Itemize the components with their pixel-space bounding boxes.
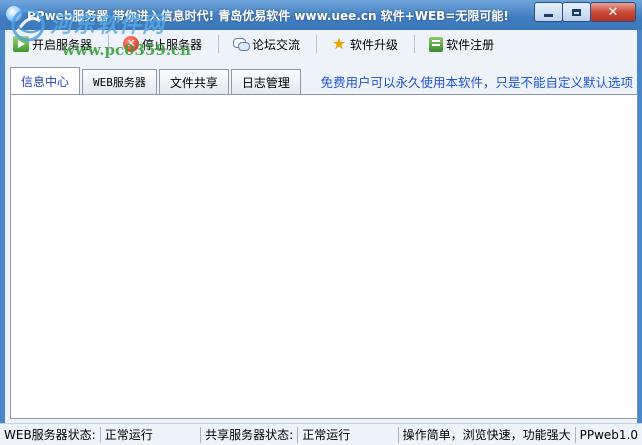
app-window: PPweb服务器 带你进入信息时代! 青岛优易软件 www.uee.cn 软件+…	[0, 0, 642, 445]
toolbar-divider	[218, 35, 220, 53]
share-status-label: 共享服务器状态:	[205, 427, 294, 442]
tab-label: 日志管理	[241, 75, 290, 90]
start-server-button[interactable]: 开启服务器	[7, 33, 98, 55]
tab-label: 文件共享	[169, 75, 218, 90]
tab-label: WEB服务器	[93, 76, 146, 89]
start-server-label: 开启服务器	[32, 37, 93, 52]
close-icon: ✕	[607, 4, 619, 20]
minimize-icon	[544, 13, 553, 17]
version-text: PPweb1.0	[579, 427, 639, 442]
stop-server-label: 停止服务器	[142, 37, 203, 52]
tab-label: 信息中心	[21, 75, 70, 89]
free-user-notice: 免费用户可以永久使用本软件，只是不能自定义默认选项	[320, 75, 633, 90]
tab-info-center[interactable]: 信息中心	[10, 67, 81, 95]
register-label: 软件注册	[446, 37, 495, 52]
web-status-label: WEB服务器状态:	[4, 427, 96, 442]
chat-bubbles-icon	[233, 37, 251, 51]
register-icon	[429, 36, 444, 52]
toolbar-divider	[414, 35, 416, 53]
status-bar: WEB服务器状态: 正常运行 共享服务器状态: 正常运行 操作简单，浏览快速，功…	[0, 423, 642, 445]
toolbar-divider	[108, 35, 110, 53]
toolbar-divider	[316, 35, 318, 53]
register-button[interactable]: 软件注册	[423, 33, 500, 55]
info-center-panel	[10, 94, 638, 419]
tab-web-server[interactable]: WEB服务器	[82, 69, 157, 94]
maximize-icon	[572, 8, 581, 16]
upgrade-label: 软件升级	[350, 37, 399, 52]
minimize-button[interactable]	[534, 2, 563, 22]
slogan-text: 操作简单，浏览快速，功能强大	[402, 427, 571, 442]
star-icon: ★	[331, 34, 347, 53]
tab-log-management[interactable]: 日志管理	[230, 69, 301, 94]
forum-button[interactable]: 论坛交流	[227, 33, 306, 55]
title-bar[interactable]: PPweb服务器 带你进入信息时代! 青岛优易软件 www.uee.cn 软件+…	[0, 0, 642, 30]
tab-file-share[interactable]: 文件共享	[158, 69, 229, 94]
play-icon	[13, 36, 29, 52]
stop-server-button[interactable]: ✕ 停止服务器	[117, 33, 208, 55]
window-controls: ✕	[534, 2, 636, 22]
share-status-value: 正常运行	[302, 427, 351, 442]
toolbar: 开启服务器 ✕ 停止服务器 论坛交流 ★ 软件升级 软件注册	[5, 30, 637, 58]
web-status-value: 正常运行	[104, 427, 153, 442]
window-title: PPweb服务器 带你进入信息时代! 青岛优易软件 www.uee.cn 软件+…	[27, 9, 509, 23]
upgrade-button[interactable]: ★ 软件升级	[325, 33, 404, 55]
tab-strip: 信息中心 WEB服务器 文件共享 日志管理	[10, 66, 303, 95]
main-area: 信息中心 WEB服务器 文件共享 日志管理 免费用户可以永久使用本软件，只是不能…	[5, 58, 638, 423]
forum-label: 论坛交流	[252, 37, 301, 52]
close-button[interactable]: ✕	[590, 2, 636, 22]
stop-icon: ✕	[123, 36, 140, 52]
app-icon[interactable]	[6, 6, 22, 22]
maximize-button[interactable]	[562, 2, 591, 22]
